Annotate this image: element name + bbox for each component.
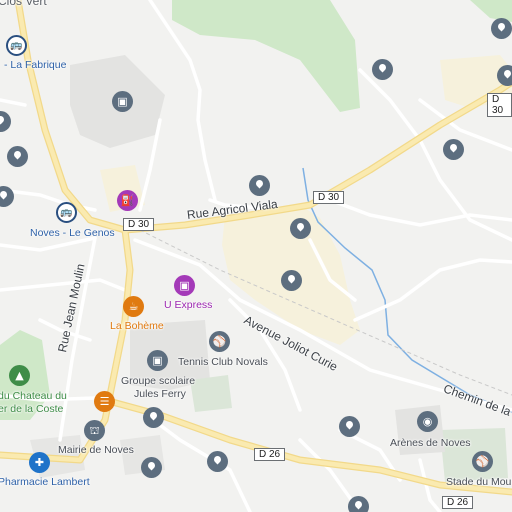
tree-icon[interactable]: ▲ [9, 365, 30, 386]
location-pin-icon[interactable] [443, 139, 464, 160]
location-pin-icon[interactable] [141, 457, 162, 478]
poi-label-stade[interactable]: Stade du Moulin [446, 476, 512, 488]
poi-label-la-boheme[interactable]: La Bohème [110, 320, 164, 332]
tennis-icon[interactable]: ⚾ [209, 331, 230, 352]
poi-label-pharmacie[interactable]: Pharmacie Lambert [0, 476, 90, 488]
location-pin-icon[interactable] [7, 146, 28, 167]
road-shield: D 30 [123, 218, 155, 231]
poi-label-chateau[interactable]: er de la Coste [0, 403, 63, 415]
road-shield: D 30 [313, 191, 345, 204]
location-pin-icon[interactable] [348, 496, 369, 512]
location-pin-icon[interactable] [290, 218, 311, 239]
bus-stop-icon[interactable]: 🚌 [6, 35, 27, 56]
road-shield: D 26 [254, 448, 286, 461]
road-shield: D 26 [442, 496, 474, 509]
map-base-layer [0, 0, 512, 512]
location-pin-icon[interactable] [143, 407, 164, 428]
location-pin-icon[interactable] [249, 175, 270, 196]
bus-stop-icon[interactable]: 🚌 [56, 202, 77, 223]
location-pin-icon[interactable] [497, 65, 512, 86]
poi-label-school[interactable]: Jules Ferry [134, 388, 186, 400]
pharmacy-icon[interactable]: ✚ [29, 452, 50, 473]
map-view[interactable]: Clos Vert 🚌 - La Fabrique 🚌 Noves - Le G… [0, 0, 512, 512]
arena-icon[interactable]: ◉ [417, 411, 438, 432]
cafe-icon[interactable]: ☰ [94, 391, 115, 412]
poi-label-tennis[interactable]: Tennis Club Novals [178, 356, 268, 368]
bus-stop-label[interactable]: - La Fabrique [4, 59, 66, 71]
school-icon[interactable]: ▣ [147, 350, 168, 371]
location-pin-icon[interactable] [207, 451, 228, 472]
building-icon[interactable]: ▣ [112, 91, 133, 112]
location-pin-icon[interactable] [339, 416, 360, 437]
fuel-icon[interactable]: ⛽ [117, 190, 138, 211]
location-pin-icon[interactable] [372, 59, 393, 80]
road-shield: D 30 [487, 93, 512, 117]
place-label: Clos Vert [0, 0, 47, 8]
bus-stop-label[interactable]: Noves - Le Genos [30, 227, 115, 239]
town-hall-icon[interactable]: ⛫ [84, 420, 105, 441]
restaurant-icon[interactable]: ☕ [123, 296, 144, 317]
shopping-cart-icon[interactable]: ▣ [174, 275, 195, 296]
poi-label-mairie[interactable]: Mairie de Noves [58, 444, 134, 456]
poi-label-u-express[interactable]: U Express [164, 299, 212, 311]
location-pin-icon[interactable] [491, 18, 512, 39]
building-area [190, 375, 232, 412]
poi-label-chateau[interactable]: du Chateau du [0, 390, 67, 402]
stadium-icon[interactable]: ⚾ [472, 451, 493, 472]
location-pin-icon[interactable] [281, 270, 302, 291]
poi-label-arenes[interactable]: Arènes de Noves [390, 437, 471, 449]
poi-label-school[interactable]: Groupe scolaire [121, 375, 195, 387]
